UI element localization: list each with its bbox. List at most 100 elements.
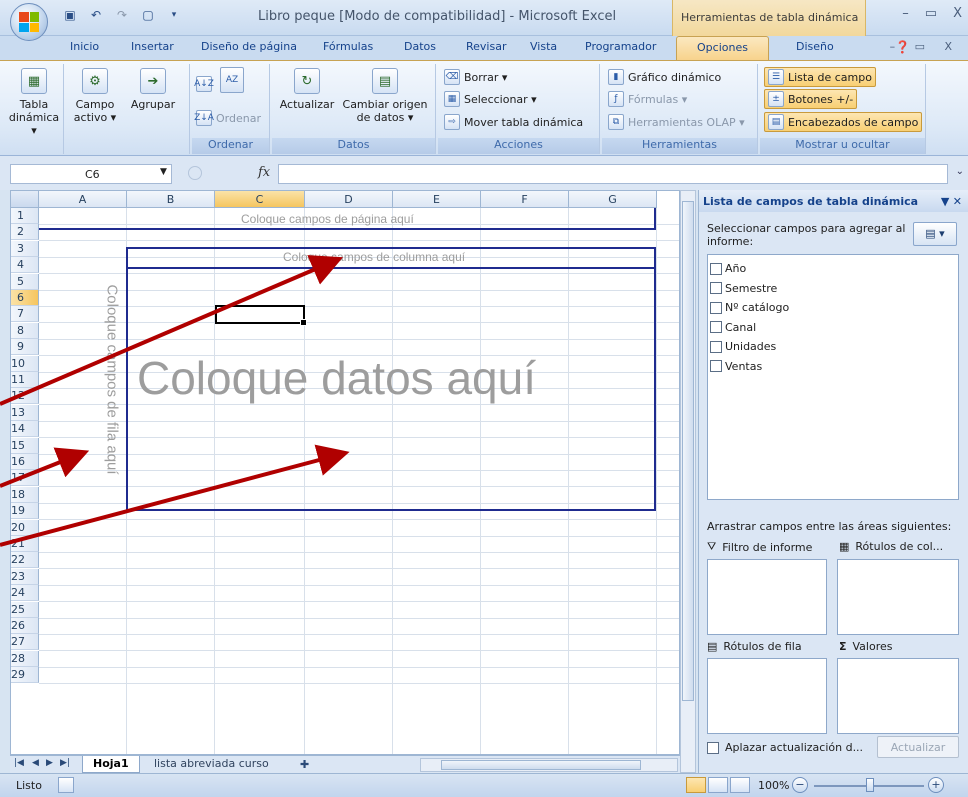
- sheet-tab-hoja1[interactable]: Hoja1: [82, 756, 140, 773]
- row-header[interactable]: 10: [11, 355, 39, 372]
- field-unidades[interactable]: Unidades: [710, 337, 956, 357]
- column-header[interactable]: A: [39, 191, 127, 208]
- row-header[interactable]: 9: [11, 339, 39, 356]
- row-header[interactable]: 15: [11, 437, 39, 454]
- row-header[interactable]: 23: [11, 568, 39, 585]
- field-ventas[interactable]: Ventas: [710, 357, 956, 377]
- move-pivot-button[interactable]: ⇨ Mover tabla dinámica: [444, 112, 583, 132]
- tab-inicio[interactable]: Inicio: [70, 40, 99, 53]
- tab-diseno[interactable]: Diseño: [796, 40, 834, 53]
- zoom-out-icon[interactable]: −: [792, 777, 808, 793]
- select-button[interactable]: ▦ Seleccionar ▾: [444, 89, 537, 109]
- row-header[interactable]: 21: [11, 536, 39, 552]
- zoom-in-icon[interactable]: +: [928, 777, 944, 793]
- page-break-view-icon[interactable]: [730, 777, 750, 793]
- row-header[interactable]: 28: [11, 650, 39, 667]
- row-header[interactable]: 27: [11, 634, 39, 651]
- checkbox-icon[interactable]: [710, 282, 722, 295]
- vertical-scrollbar[interactable]: [680, 190, 696, 773]
- row-header[interactable]: 18: [11, 486, 39, 503]
- tab-insertar[interactable]: Insertar: [131, 40, 174, 53]
- field-ano[interactable]: Año: [710, 259, 956, 279]
- pivot-chart-button[interactable]: ▮ Gráfico dinámico: [608, 67, 721, 87]
- refresh-button[interactable]: ↻ Actualizar: [276, 68, 338, 111]
- tab-programador[interactable]: Programador: [585, 40, 656, 53]
- field-list-button[interactable]: ☰ Lista de campo: [764, 67, 876, 87]
- row-header[interactable]: 19: [11, 503, 39, 520]
- column-labels-area[interactable]: [837, 559, 959, 635]
- first-sheet-icon[interactable]: |◀: [14, 758, 24, 768]
- row-header[interactable]: 4: [11, 257, 39, 274]
- page-layout-view-icon[interactable]: [708, 777, 728, 793]
- office-button[interactable]: [10, 3, 48, 41]
- undo-icon[interactable]: ↶: [86, 6, 106, 24]
- plus-minus-buttons-button[interactable]: ± Botones +/-: [764, 89, 858, 109]
- row-header[interactable]: 26: [11, 618, 39, 634]
- tab-datos[interactable]: Datos: [404, 40, 436, 53]
- field-canal[interactable]: Canal: [710, 318, 956, 338]
- sort-asc-button[interactable]: A↓Z: [194, 74, 214, 94]
- defer-update-option[interactable]: Aplazar actualización d...: [707, 741, 863, 754]
- next-sheet-icon[interactable]: ▶: [46, 758, 53, 768]
- column-header[interactable]: C: [215, 191, 305, 208]
- row-labels-area[interactable]: [707, 658, 827, 734]
- column-header[interactable]: G: [569, 191, 657, 208]
- tab-formulas[interactable]: Fórmulas: [323, 40, 373, 53]
- checkbox-icon[interactable]: [710, 340, 722, 353]
- column-header[interactable]: E: [393, 191, 481, 208]
- workbook-window-controls[interactable]: – ▭ X: [890, 40, 960, 53]
- change-source-button[interactable]: ▤ Cambiar origen de datos ▾: [340, 68, 430, 124]
- expand-formula-icon[interactable]: ⌄: [956, 166, 964, 177]
- customize-qat-icon[interactable]: ▾: [164, 6, 184, 24]
- row-header[interactable]: 3: [11, 240, 39, 257]
- row-header[interactable]: 11: [11, 372, 39, 388]
- worksheet-grid[interactable]: ABCDEFG 1 2 3 4 5 6 7 8 9 10 11 12 13 14 15 16 17 18 19 20 2…: [10, 190, 680, 755]
- tab-vista[interactable]: Vista: [530, 40, 557, 53]
- prev-sheet-icon[interactable]: ◀: [32, 758, 39, 768]
- row-header[interactable]: 29: [11, 667, 39, 684]
- sort-desc-button[interactable]: Z↓A Ordenar: [194, 108, 261, 128]
- row-header[interactable]: 8: [11, 322, 39, 339]
- macro-recording-icon[interactable]: [58, 777, 74, 793]
- row-header[interactable]: 20: [11, 519, 39, 536]
- group-button[interactable]: ➔ Agrupar: [128, 68, 178, 111]
- tab-opciones[interactable]: Opciones: [676, 36, 769, 61]
- column-header[interactable]: B: [127, 191, 215, 208]
- minimize-button[interactable]: –: [902, 6, 909, 21]
- report-filter-area[interactable]: [707, 559, 827, 635]
- name-box-dropdown-icon[interactable]: ▼: [160, 167, 167, 177]
- zoom-level[interactable]: 100%: [758, 779, 789, 792]
- checkbox-icon[interactable]: [710, 301, 722, 314]
- field-num-catalogo[interactable]: Nº catálogo: [710, 298, 956, 318]
- vertical-scroll-thumb[interactable]: [682, 201, 694, 701]
- row-header[interactable]: 25: [11, 601, 39, 618]
- clear-button[interactable]: ⌫ Borrar ▾: [444, 67, 507, 87]
- checkbox-icon[interactable]: [710, 262, 722, 275]
- insert-sheet-icon[interactable]: ✚: [300, 758, 309, 771]
- active-field-button[interactable]: ⚙ Campo activo ▾: [70, 68, 120, 124]
- column-header[interactable]: D: [305, 191, 393, 208]
- formulas-button[interactable]: ƒ Fórmulas ▾: [608, 89, 687, 109]
- checkbox-icon[interactable]: [710, 321, 722, 334]
- active-cell-c6[interactable]: [215, 305, 307, 326]
- row-header[interactable]: 5: [11, 273, 39, 290]
- row-header[interactable]: 12: [11, 388, 39, 405]
- pane-close-icon[interactable]: ▼ ✕: [941, 195, 962, 208]
- row-header[interactable]: 6: [11, 290, 39, 306]
- formula-input[interactable]: [278, 164, 948, 184]
- row-header[interactable]: 24: [11, 585, 39, 602]
- checkbox-icon[interactable]: [710, 360, 722, 373]
- name-box[interactable]: C6: [10, 164, 172, 184]
- update-button[interactable]: Actualizar: [877, 736, 959, 758]
- zoom-slider-thumb[interactable]: [866, 778, 874, 792]
- values-area[interactable]: [837, 658, 959, 734]
- layout-options-button[interactable]: ▤ ▾: [913, 222, 957, 246]
- row-header[interactable]: 16: [11, 454, 39, 470]
- close-button[interactable]: X: [953, 6, 962, 21]
- maximize-button[interactable]: ▭: [925, 6, 937, 21]
- row-header[interactable]: 22: [11, 552, 39, 569]
- redo-icon[interactable]: ↷: [112, 6, 132, 24]
- sort-dialog-button[interactable]: AZ: [220, 67, 244, 93]
- row-header[interactable]: 13: [11, 404, 39, 421]
- normal-view-icon[interactable]: [686, 777, 706, 793]
